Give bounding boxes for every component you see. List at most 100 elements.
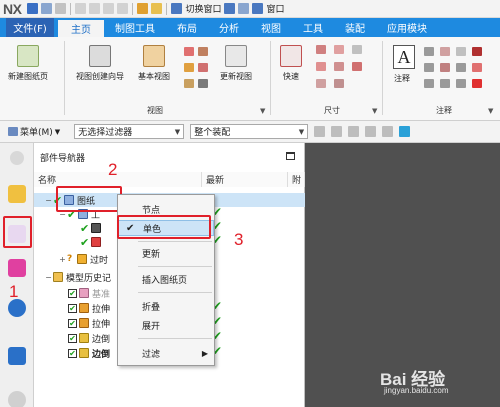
tree-label: 过时 [90, 255, 109, 266]
perimeter-icon[interactable] [334, 79, 344, 88]
tab-application[interactable]: 应用模块 [376, 18, 438, 37]
annotation-number-1: 1 [9, 282, 19, 301]
snap-icon[interactable] [331, 126, 343, 137]
save-icon[interactable] [27, 3, 39, 14]
weld-symbol-icon[interactable] [440, 63, 450, 72]
tab-drafting-tools[interactable]: 制图工具 [104, 18, 166, 37]
chamfer-dim-icon[interactable] [316, 62, 326, 71]
window-icon[interactable] [252, 3, 264, 14]
checkbox[interactable]: ✔ [68, 348, 77, 358]
tab-tools[interactable]: 工具 [292, 18, 334, 37]
switch-window-icon[interactable] [171, 3, 183, 14]
checkbox[interactable]: ✔ [68, 318, 77, 328]
check-icon[interactable]: ✔ [80, 222, 91, 235]
tab-view[interactable]: 视图 [250, 18, 292, 37]
detail-view-icon[interactable] [198, 47, 208, 56]
scope-select[interactable]: 整个装配 ▼ [190, 124, 309, 139]
window-layout-icon[interactable] [224, 3, 236, 14]
column-name[interactable]: 名称 [34, 172, 202, 187]
quick-dimension-button[interactable]: 快速 [280, 45, 302, 82]
note-button[interactable]: 注释 [394, 69, 410, 84]
note-label: 注释 [394, 74, 410, 83]
thickness-dim-icon[interactable] [334, 62, 344, 71]
command-finder-icon[interactable] [151, 3, 163, 14]
clock-icon[interactable] [8, 391, 26, 407]
collapse-icon[interactable]: − [44, 273, 53, 282]
paste-icon[interactable] [103, 3, 115, 14]
select-all-icon[interactable] [348, 126, 360, 137]
tab-layout[interactable]: 布局 [166, 18, 208, 37]
arc-length-icon[interactable] [352, 62, 362, 71]
checkbox[interactable]: ✔ [68, 303, 77, 313]
tab-home[interactable]: 主页 [58, 20, 104, 37]
projected-view-icon[interactable] [184, 47, 194, 56]
menu-item-collapse[interactable]: 折叠 [118, 298, 214, 314]
collapse-icon[interactable]: − [44, 196, 53, 205]
redo-icon[interactable] [55, 3, 67, 14]
section-view-icon[interactable] [184, 63, 194, 72]
update-view-button[interactable]: 更新视图 [220, 45, 252, 82]
history-icon[interactable] [8, 347, 26, 365]
dimension-group-dropdown[interactable]: ▼ [372, 107, 377, 115]
gear-icon[interactable] [10, 151, 24, 165]
view-group-dropdown[interactable]: ▼ [260, 107, 265, 115]
menu-item-filter[interactable]: 过滤 ▶ [118, 345, 214, 361]
radial-dim-icon[interactable] [334, 45, 344, 54]
linear-dim-icon[interactable] [316, 45, 326, 54]
surface-finish-icon[interactable] [424, 63, 434, 72]
assembly-navigator-icon[interactable] [8, 185, 26, 203]
delete-icon[interactable] [117, 3, 129, 14]
hatch-icon[interactable] [440, 79, 450, 88]
checkbox[interactable]: ✔ [68, 288, 77, 298]
deselect-icon[interactable] [365, 126, 377, 137]
view-wizard-button[interactable]: 视图创建向导 [76, 45, 124, 82]
menu-item-update[interactable]: 更新 [118, 245, 214, 261]
view-break-icon[interactable] [184, 79, 194, 88]
ordinate-icon[interactable] [316, 79, 326, 88]
undo-icon[interactable] [41, 3, 53, 14]
expand-icon[interactable]: + [58, 255, 67, 264]
symbol-icon[interactable] [472, 47, 482, 56]
break-view-icon[interactable] [198, 63, 208, 72]
column-extra[interactable]: 附 [288, 172, 305, 187]
column-latest[interactable]: 最新 [202, 172, 288, 187]
new-sheet-button[interactable]: 新建图纸页 [8, 45, 48, 82]
intersection-icon[interactable] [472, 63, 482, 72]
point-snap-icon[interactable] [399, 126, 411, 137]
menu-item-insert-sheet[interactable]: 插入图纸页 [118, 271, 214, 287]
selection-option-icon[interactable] [314, 126, 326, 137]
check-icon[interactable]: ✔ [80, 236, 91, 249]
datum-feature-icon[interactable] [440, 47, 450, 56]
feature-control-icon[interactable] [424, 47, 434, 56]
new-sheet-label: 新建图纸页 [8, 72, 48, 81]
tab-analysis[interactable]: 分析 [208, 18, 250, 37]
target-point-icon[interactable] [456, 63, 466, 72]
tab-assembly[interactable]: 装配 [334, 18, 376, 37]
menu-item-expand[interactable]: 展开 [118, 317, 214, 333]
note-icon[interactable]: A [393, 45, 415, 69]
switch-window-button[interactable]: 切换窗口 [185, 2, 221, 15]
outdated-folder-icon [77, 254, 87, 264]
centerline-icon[interactable] [424, 79, 434, 88]
annotation-group-dropdown[interactable]: ▼ [488, 107, 493, 115]
angular-dim-icon[interactable] [352, 45, 362, 54]
window-dropdown-icon[interactable] [238, 3, 250, 14]
window-menu-button[interactable]: 窗口 [266, 2, 284, 15]
datum-target-icon[interactable] [456, 47, 466, 56]
cut-icon[interactable] [75, 3, 87, 14]
tab-file[interactable]: 文件(F) [6, 18, 54, 37]
drawing-view-icon[interactable] [198, 79, 208, 88]
copy-icon[interactable] [89, 3, 101, 14]
area-fill-icon[interactable] [456, 79, 466, 88]
checkbox[interactable]: ✔ [68, 333, 77, 343]
base-view-button[interactable]: 基本视图 [138, 45, 170, 82]
menu-button[interactable]: 菜单(M) ▼ [8, 125, 60, 138]
type-filter-value: 无选择过滤器 [78, 128, 133, 138]
box-select-icon[interactable] [382, 126, 394, 137]
reuse-library-icon[interactable] [8, 259, 26, 277]
separator [70, 2, 72, 15]
image-icon[interactable] [472, 79, 482, 88]
maximize-icon[interactable] [286, 152, 295, 160]
type-filter-select[interactable]: 无选择过滤器 ▼ [74, 124, 185, 139]
touch-mode-icon[interactable] [137, 3, 149, 14]
